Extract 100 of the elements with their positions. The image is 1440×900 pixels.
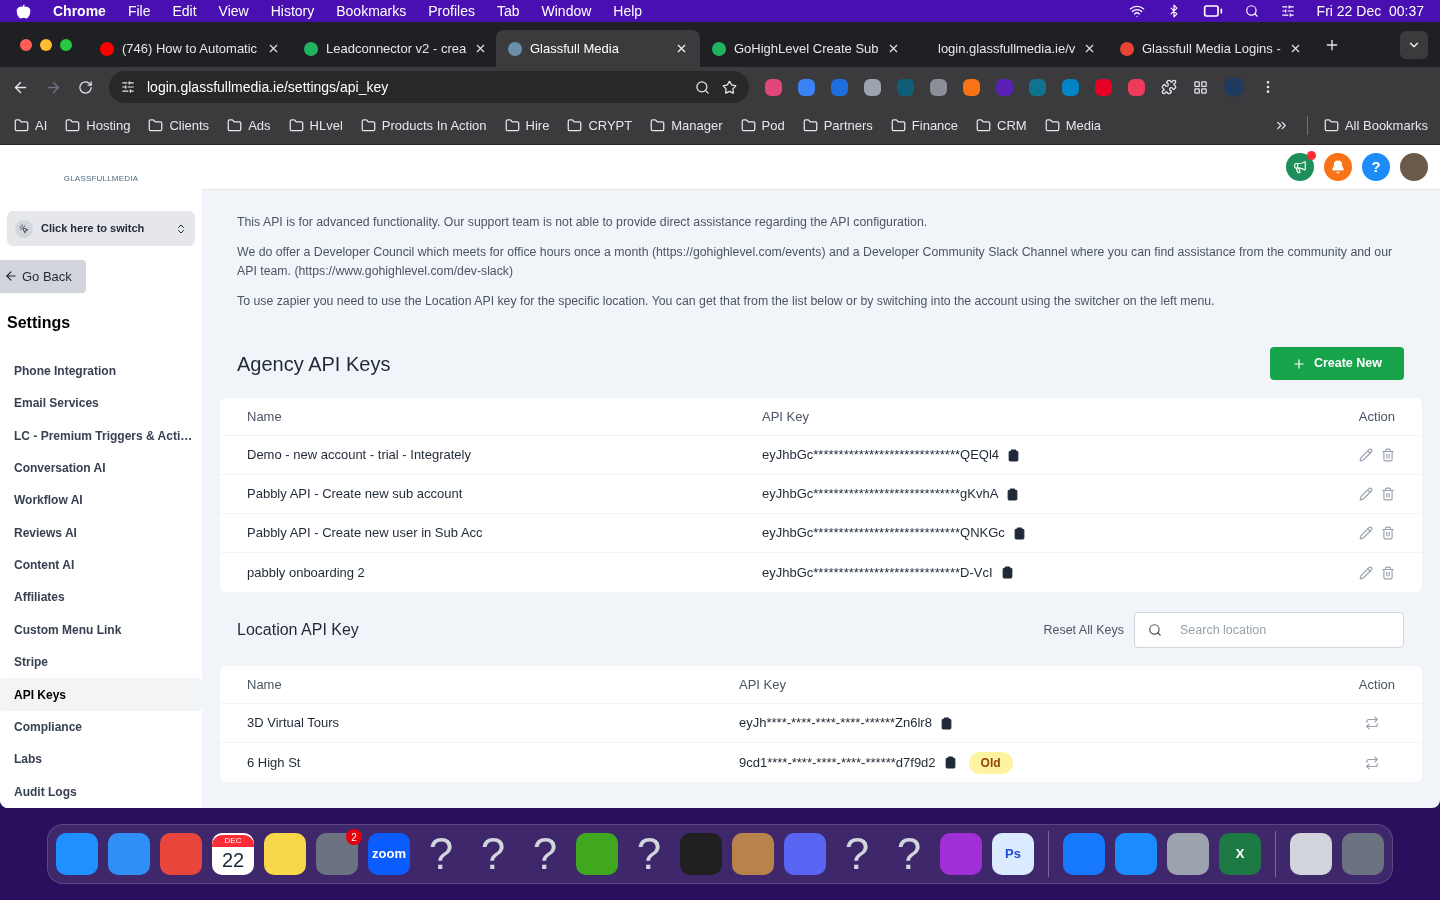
extension-icon[interactable] [930, 78, 947, 96]
user-avatar[interactable] [1400, 153, 1428, 181]
unknown-app[interactable]: ? [420, 832, 462, 876]
close-window-button[interactable] [20, 38, 32, 51]
bookmark-folder[interactable]: CRYPT [567, 115, 633, 136]
tab-search-button[interactable] [1400, 30, 1428, 59]
sidebar-item[interactable]: Workflow AI [0, 484, 202, 517]
reset-keys-link[interactable]: Reset All Keys [1043, 620, 1124, 640]
clipboard-icon[interactable] [1000, 566, 1014, 579]
trash-icon[interactable] [1381, 448, 1395, 462]
bookmark-folder[interactable]: HLvel [288, 115, 343, 136]
extension-icon[interactable] [1128, 78, 1145, 96]
sidebar-item[interactable]: Audit Logs [0, 775, 202, 808]
extension-icon[interactable] [963, 78, 980, 96]
sidebar-item[interactable]: Conversation AI [0, 451, 202, 485]
sidebar-item[interactable]: Reviews AI [0, 516, 202, 549]
clipboard-icon[interactable] [1007, 448, 1021, 462]
bookmark-folder[interactable]: Products In Action [360, 115, 487, 136]
app-icon[interactable] [56, 833, 98, 875]
menu-item[interactable]: Help [613, 0, 643, 22]
app-icon[interactable]: Ps [992, 833, 1034, 875]
account-switcher[interactable]: Click here to switch [7, 211, 195, 247]
search-icon[interactable] [1244, 4, 1259, 18]
bookmark-folder[interactable]: Manager [650, 115, 723, 136]
trash-icon[interactable] [1381, 565, 1395, 580]
announcement-button[interactable] [1286, 153, 1314, 181]
all-bookmarks[interactable]: All Bookmarks [1306, 115, 1428, 136]
menu-item[interactable]: View [218, 0, 249, 22]
sidebar-item[interactable]: Email Services [0, 386, 202, 420]
extension-icon[interactable] [864, 78, 881, 96]
unknown-app[interactable]: ? [628, 832, 670, 876]
sidebar-item[interactable]: Affiliates [0, 581, 202, 614]
sidebar-item[interactable]: Content AI [0, 548, 202, 582]
menu-item[interactable]: Profiles [428, 0, 475, 22]
browser-tab[interactable]: Glassfull Media Logins - [1108, 30, 1312, 67]
sidebar-item[interactable]: Custom Menu Link [0, 613, 202, 647]
sidebar-item[interactable]: Stripe [0, 646, 202, 679]
apple-icon[interactable] [16, 3, 31, 19]
extension-icon[interactable] [1029, 78, 1046, 96]
zoom-window-button[interactable] [60, 38, 72, 51]
browser-tab[interactable]: login.glassfullmedia.ie/v [904, 30, 1108, 67]
bookmark-folder[interactable]: Hire [504, 115, 550, 136]
bookmark-folder[interactable]: Partners [802, 115, 873, 136]
extension-icon[interactable] [831, 78, 848, 96]
menu-item[interactable]: Chrome [53, 0, 106, 22]
browser-tab[interactable]: (746) How to Automatic [88, 30, 292, 67]
unknown-app[interactable]: ? [888, 832, 930, 876]
clipboard-icon[interactable] [1006, 487, 1020, 501]
edit-icon[interactable] [1359, 565, 1373, 580]
unknown-app[interactable]: ? [524, 832, 566, 876]
site-settings-icon[interactable] [121, 80, 135, 94]
edit-icon[interactable] [1359, 526, 1373, 540]
bookmark-folder[interactable]: Media [1044, 115, 1102, 136]
menu-item[interactable]: Edit [172, 0, 197, 22]
bookmark-star-icon[interactable] [722, 79, 737, 95]
bookmark-folder[interactable]: Pod [740, 115, 785, 136]
sidebar-item[interactable]: LC - Premium Triggers & Acti… [0, 419, 202, 452]
app-icon[interactable]: X [1219, 833, 1261, 875]
notifications-button[interactable] [1324, 153, 1352, 181]
app-icon[interactable] [108, 833, 150, 875]
menu-item[interactable]: Bookmarks [336, 0, 407, 22]
bookmark-folder[interactable]: AI [14, 115, 48, 136]
go-back-button[interactable]: Go Back [0, 260, 86, 293]
app-icon[interactable] [576, 833, 618, 875]
menu-item[interactable]: History [270, 0, 315, 22]
sidebar-item[interactable]: Compliance [0, 710, 202, 744]
app-icon[interactable] [732, 833, 774, 875]
unknown-app[interactable]: ? [836, 832, 878, 876]
menu-item[interactable]: Tab [496, 0, 520, 22]
close-tab-icon[interactable] [675, 42, 688, 55]
edit-icon[interactable] [1359, 448, 1373, 462]
sidebar-item[interactable]: Labs [0, 743, 202, 776]
bookmark-folder[interactable]: CRM [976, 115, 1027, 136]
app-icon[interactable] [1167, 833, 1209, 875]
trash-icon[interactable] [1381, 526, 1395, 540]
calendar-app[interactable]: DEC 22 [212, 833, 254, 875]
app-icon[interactable]: zoom [368, 833, 410, 875]
clipboard-icon[interactable] [939, 716, 953, 730]
app-icon[interactable] [1290, 833, 1332, 875]
clipboard-icon[interactable] [943, 756, 957, 769]
app-icon[interactable] [1115, 833, 1157, 875]
browser-tab[interactable]: Leadconnector v2 - crea [292, 30, 496, 67]
edit-icon[interactable] [1359, 487, 1373, 501]
sidebar-item[interactable]: Phone Integration [0, 354, 202, 387]
search-field[interactable]: Search location [1134, 612, 1404, 648]
browser-tab[interactable]: GoHighLevel Create Sub [700, 30, 904, 67]
extension-icon[interactable] [1095, 78, 1112, 96]
extensions-icon[interactable] [1161, 79, 1177, 95]
swap-icon[interactable] [1365, 716, 1379, 730]
reload-icon[interactable] [78, 79, 93, 95]
browser-tab[interactable]: Glassfull Media [496, 30, 700, 67]
control-center-icon[interactable] [1280, 4, 1295, 18]
swap-icon[interactable] [1365, 755, 1379, 770]
extension-icon[interactable] [798, 78, 815, 96]
minimize-window-button[interactable] [40, 38, 52, 51]
menu-item[interactable]: Window [541, 0, 592, 22]
trash-icon[interactable] [1381, 487, 1395, 501]
clipboard-icon[interactable] [1012, 526, 1026, 540]
zoom-icon[interactable] [695, 79, 710, 95]
wifi-icon[interactable] [1128, 3, 1145, 19]
